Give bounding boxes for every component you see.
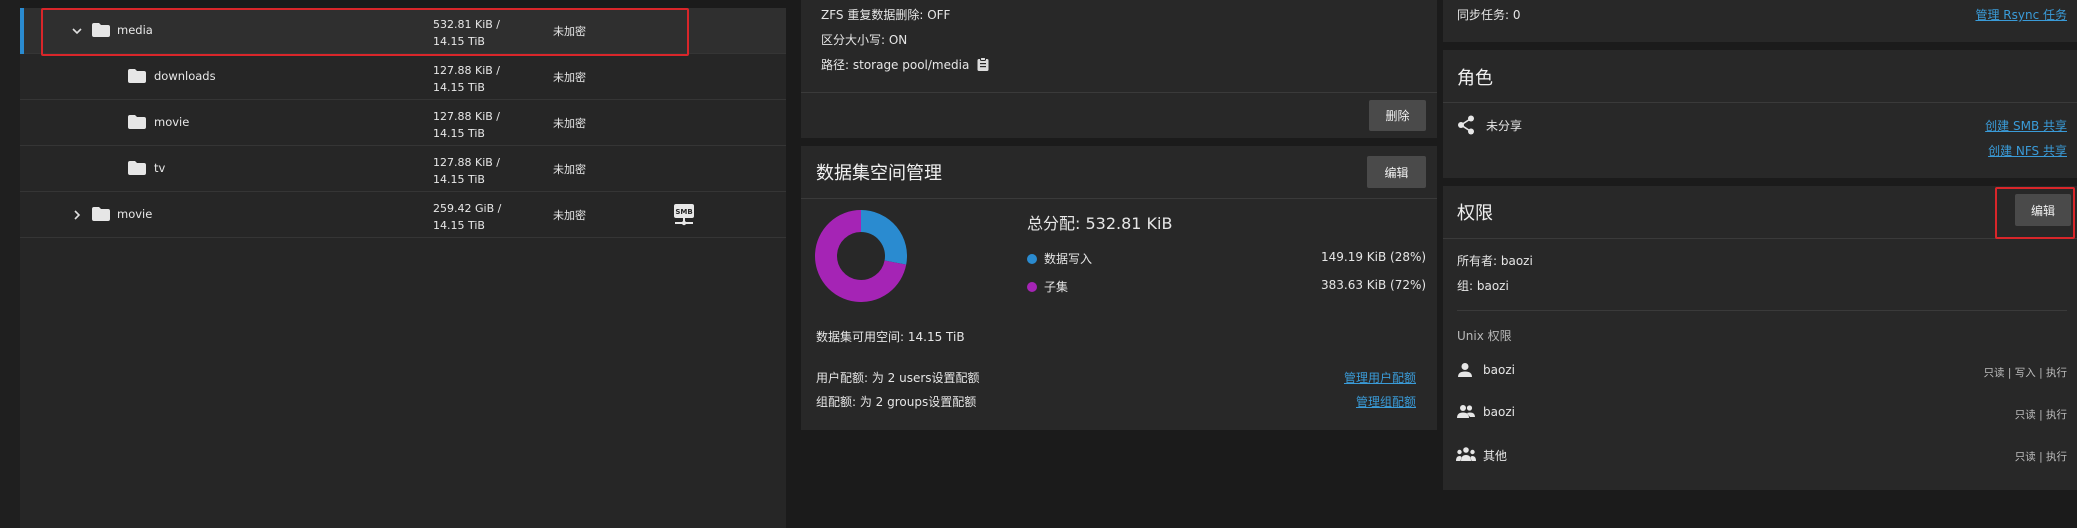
- sync-card: 同步任务: 0 管理 Rsync 任务: [1443, 0, 2077, 42]
- encryption-status: 未加密: [553, 71, 586, 84]
- legend-label-data-written: 数据写入: [1044, 252, 1093, 266]
- folder-icon: [128, 161, 146, 175]
- folder-icon: [128, 115, 146, 129]
- selection-indicator: [20, 8, 24, 54]
- dataset-path: 路径: storage pool/media: [821, 58, 970, 72]
- perm-entry-group-name: baozi: [1483, 405, 1515, 419]
- dataset-usage: 127.88 KiB /14.15 TiB: [433, 156, 501, 186]
- roles-title: 角色: [1457, 68, 1493, 89]
- encryption-status: 未加密: [553, 117, 586, 130]
- chevron-right-icon[interactable]: [70, 208, 84, 222]
- dataset-name: downloads: [154, 69, 216, 83]
- dataset-tree: media 532.81 KiB /14.15 TiB 未加密 download…: [20, 8, 786, 528]
- section-divider: [1457, 310, 2067, 311]
- sync-tasks-count: 同步任务: 0: [1457, 8, 1521, 22]
- perm-entry-group-perms: 只读 | 执行: [2014, 409, 2067, 421]
- tree-row-movie[interactable]: movie 259.42 GiB /14.15 TiB 未加密 SMB: [20, 192, 786, 238]
- clipboard-icon[interactable]: [977, 56, 989, 71]
- dataset-usage: 259.42 GiB /14.15 TiB: [433, 202, 502, 232]
- manage-rsync-link[interactable]: 管理 Rsync 任务: [1950, 6, 2067, 23]
- card-divider: [801, 92, 1437, 93]
- dataset-usage: 127.88 KiB /14.15 TiB: [433, 110, 501, 140]
- group-icon: [1457, 403, 1475, 419]
- highlight-media-row: [41, 8, 689, 56]
- create-smb-share-link[interactable]: 创建 SMB 共享: [1963, 117, 2067, 134]
- card-divider: [1443, 238, 2077, 239]
- share-status: 未分享: [1486, 119, 1523, 133]
- space-donut-chart: [815, 210, 907, 302]
- dedup-status: ZFS 重复数据删除: OFF: [821, 8, 951, 22]
- available-space: 数据集可用空间: 14.15 TiB: [816, 330, 965, 344]
- dataset-tree-panel: media 532.81 KiB /14.15 TiB 未加密 download…: [0, 0, 786, 528]
- perm-entry-user-name: baozi: [1483, 363, 1515, 377]
- perm-entry-others-perms: 只读 | 执行: [2014, 451, 2067, 463]
- perm-entry-user-perms: 只读 | 写入 | 执行: [1983, 367, 2067, 379]
- smb-share-icon: SMB: [672, 203, 696, 227]
- dataset-name: movie: [117, 207, 153, 221]
- space-card-title: 数据集空间管理: [816, 163, 942, 184]
- space-edit-button[interactable]: 编辑: [1367, 156, 1426, 188]
- highlight-permissions-edit: [1995, 187, 2075, 239]
- dataset-name: movie: [154, 115, 190, 129]
- middle-column: ZFS 重复数据删除: OFF 区分大小写: ON 路径: storage po…: [794, 0, 1437, 528]
- legend-value-data-written: 149.19 KiB (28%): [1321, 250, 1427, 264]
- perm-entry-others-name: 其他: [1483, 449, 1508, 463]
- group-quota: 组配额: 为 2 groups设置配额: [816, 395, 977, 409]
- permissions-title: 权限: [1457, 203, 1493, 224]
- user-quota: 用户配额: 为 2 users设置配额: [816, 371, 980, 385]
- right-column: 同步任务: 0 管理 Rsync 任务 角色 未分享 创建 SMB 共享 创建 …: [1443, 0, 2077, 528]
- total-allocated: 总分配: 532.81 KiB: [1027, 214, 1173, 233]
- tree-row-movie-child[interactable]: movie 127.88 KiB /14.15 TiB 未加密: [20, 100, 786, 146]
- user-icon: [1457, 362, 1473, 378]
- dataset-usage: 127.88 KiB /14.15 TiB: [433, 64, 501, 94]
- owner: 所有者: baozi: [1457, 254, 1533, 268]
- case-sensitivity: 区分大小写: ON: [821, 33, 908, 47]
- side-strip: [0, 0, 20, 528]
- legend-dot-data-written: [1027, 254, 1037, 264]
- legend-value-children: 383.63 KiB (72%): [1321, 278, 1427, 292]
- legend-label-children: 子集: [1044, 280, 1069, 294]
- others-icon: [1456, 446, 1476, 462]
- card-divider: [1443, 102, 2077, 103]
- encryption-status: 未加密: [553, 163, 586, 176]
- donut-slice-0: [860, 210, 907, 265]
- card-divider: [801, 198, 1437, 199]
- tree-row-tv[interactable]: tv 127.88 KiB /14.15 TiB 未加密: [20, 146, 786, 192]
- svg-text:SMB: SMB: [675, 208, 692, 216]
- folder-icon: [92, 207, 110, 221]
- permissions-card: 权限 编辑 所有者: baozi 组: baozi Unix 权限 baozi …: [1443, 186, 2077, 490]
- folder-icon: [128, 69, 146, 83]
- dataset-name: tv: [154, 161, 166, 175]
- tree-empty-area: [20, 238, 786, 528]
- share-icon: [1457, 115, 1475, 135]
- encryption-status: 未加密: [553, 209, 586, 222]
- dataset-details-card: ZFS 重复数据删除: OFF 区分大小写: ON 路径: storage po…: [801, 0, 1437, 138]
- space-management-card: 数据集空间管理 编辑 总分配: 532.81 KiB 数据写入 149.19 K…: [801, 146, 1437, 430]
- create-nfs-share-link[interactable]: 创建 NFS 共享: [1963, 142, 2067, 159]
- tree-row-downloads[interactable]: downloads 127.88 KiB /14.15 TiB 未加密: [20, 54, 786, 100]
- unix-permissions-label: Unix 权限: [1457, 329, 1512, 343]
- manage-group-quota-link[interactable]: 管理组配额: [1341, 393, 1416, 410]
- manage-user-quota-link[interactable]: 管理用户配额: [1329, 369, 1416, 386]
- group: 组: baozi: [1457, 279, 1509, 293]
- delete-button[interactable]: 删除: [1369, 100, 1426, 131]
- legend-dot-children: [1027, 282, 1037, 292]
- roles-card: 角色 未分享 创建 SMB 共享 创建 NFS 共享: [1443, 50, 2077, 178]
